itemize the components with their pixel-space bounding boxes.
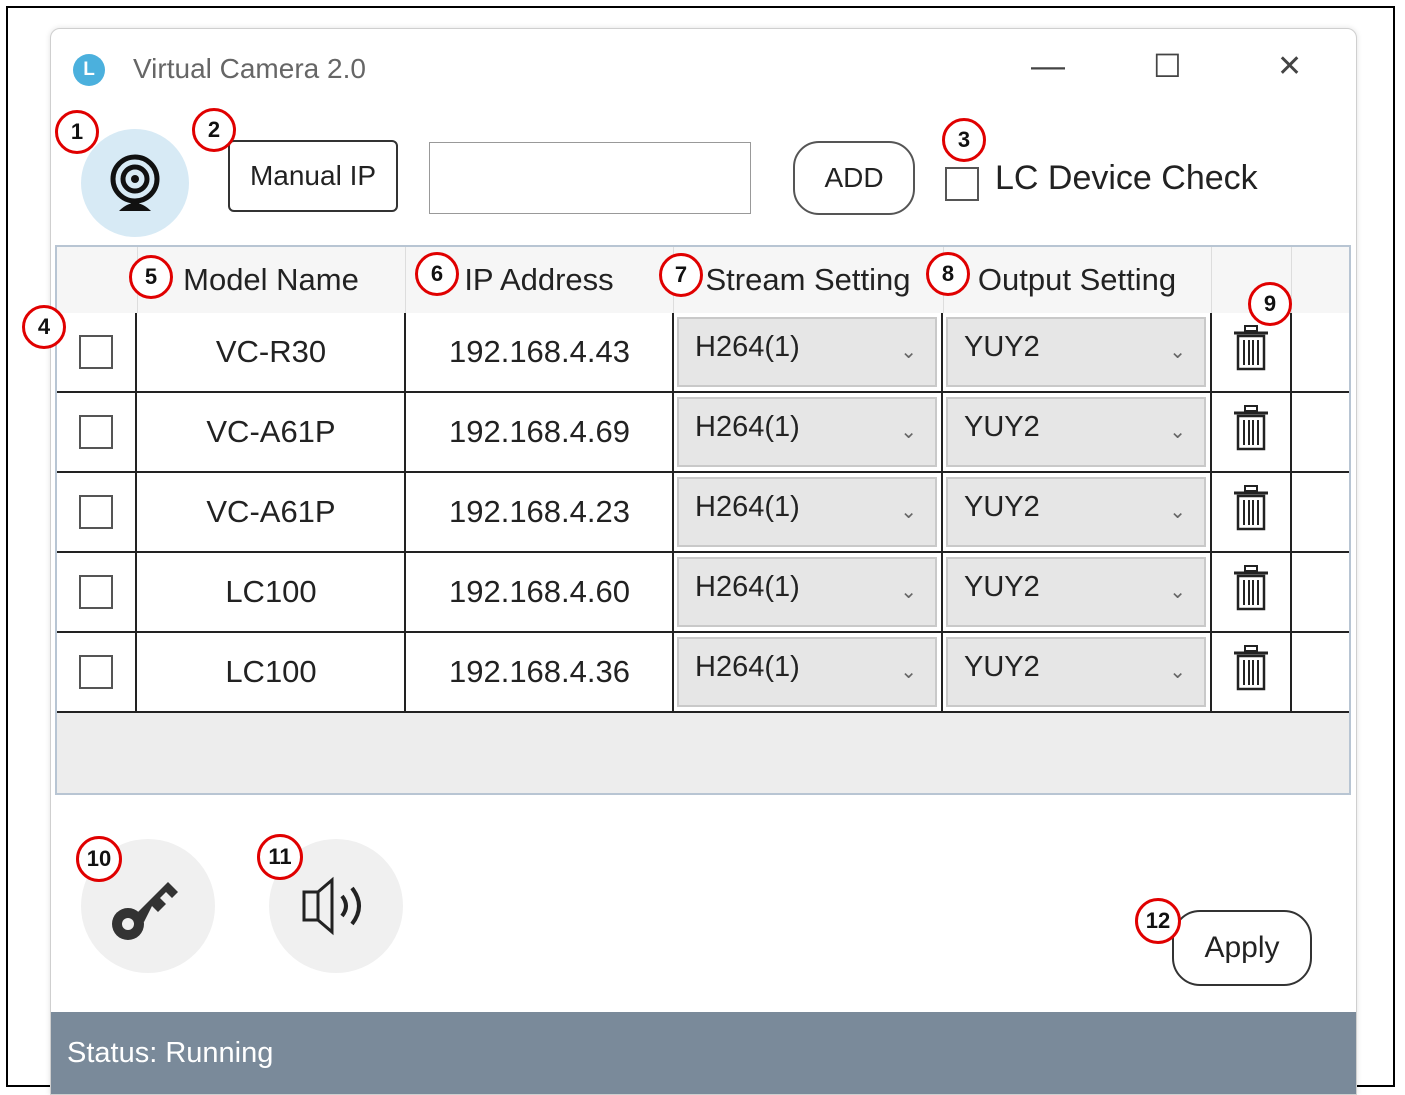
window-title: Virtual Camera 2.0: [133, 53, 366, 84]
maximize-button[interactable]: ☐: [1153, 47, 1182, 85]
manual-ip-button[interactable]: Manual IP: [228, 140, 398, 212]
table-row: VC-A61P 192.168.4.69 H264(1) ⌄ YUY2 ⌄: [57, 393, 1349, 473]
chevron-down-icon: ⌄: [1169, 661, 1186, 683]
table-row: VC-A61P 192.168.4.23 H264(1) ⌄ YUY2 ⌄: [57, 473, 1349, 553]
stream-setting-dropdown[interactable]: H264(1) ⌄: [677, 557, 937, 627]
header-output-setting: Output Setting: [977, 262, 1177, 297]
annotation-badge-5: 5: [129, 255, 173, 299]
lc-device-check-label: LC Device Check: [995, 159, 1258, 197]
table-row: LC100 192.168.4.60 H264(1) ⌄ YUY2 ⌄: [57, 553, 1349, 633]
chevron-down-icon: ⌄: [1169, 501, 1186, 523]
model-name-cell: LC100: [225, 654, 317, 689]
output-setting-dropdown[interactable]: YUY2 ⌄: [946, 477, 1206, 547]
close-button[interactable]: ✕: [1277, 49, 1302, 84]
annotation-badge-9: 9: [1248, 282, 1292, 326]
device-table: Model Name IP Address Stream Setting Out…: [55, 245, 1351, 795]
row-select-checkbox[interactable]: [79, 655, 113, 689]
minimize-button[interactable]: —: [1031, 47, 1065, 86]
row-select-checkbox[interactable]: [79, 495, 113, 529]
stream-setting-value: H264(1): [695, 491, 800, 523]
chevron-down-icon: ⌄: [900, 661, 917, 683]
annotation-badge-2: 2: [192, 108, 236, 152]
ip-address-cell: 192.168.4.60: [448, 574, 630, 609]
stream-setting-dropdown[interactable]: H264(1) ⌄: [677, 637, 937, 707]
output-setting-value: YUY2: [964, 411, 1040, 443]
apply-button[interactable]: Apply: [1172, 910, 1312, 986]
annotation-badge-12: 12: [1135, 898, 1181, 944]
chevron-down-icon: ⌄: [900, 501, 917, 523]
stream-setting-dropdown[interactable]: H264(1) ⌄: [677, 477, 937, 547]
annotation-badge-11: 11: [257, 834, 303, 880]
add-button[interactable]: ADD: [793, 141, 915, 215]
delete-device-button[interactable]: [1212, 553, 1290, 631]
row-select-cell: [57, 473, 135, 551]
chevron-down-icon: ⌄: [900, 581, 917, 603]
annotation-badge-8: 8: [926, 252, 970, 296]
delete-device-button[interactable]: [1212, 473, 1290, 551]
row-select-cell: [57, 393, 135, 471]
table-header: Model Name IP Address Stream Setting Out…: [57, 247, 1349, 314]
annotation-badge-6: 6: [415, 252, 459, 296]
stream-setting-value: H264(1): [695, 651, 800, 683]
app-logo-icon: L: [73, 54, 105, 86]
ip-address-cell: 192.168.4.69: [448, 414, 630, 449]
annotation-badge-3: 3: [942, 118, 986, 162]
row-select-cell: [57, 313, 135, 391]
status-text: Status: Running: [67, 1036, 274, 1069]
trash-icon: [1231, 324, 1271, 380]
model-name-cell: VC-A61P: [206, 414, 336, 449]
output-setting-value: YUY2: [964, 571, 1040, 603]
output-setting-value: YUY2: [964, 651, 1040, 683]
table-row: LC100 192.168.4.36 H264(1) ⌄ YUY2 ⌄: [57, 633, 1349, 713]
row-select-cell: [57, 553, 135, 631]
chevron-down-icon: ⌄: [1169, 421, 1186, 443]
row-select-checkbox[interactable]: [79, 335, 113, 369]
output-setting-value: YUY2: [964, 491, 1040, 523]
chevron-down-icon: ⌄: [900, 421, 917, 443]
model-name-cell: LC100: [225, 574, 317, 609]
model-name-cell: VC-R30: [215, 334, 327, 369]
stream-setting-dropdown[interactable]: H264(1) ⌄: [677, 397, 937, 467]
annotation-badge-1: 1: [55, 110, 99, 154]
delete-device-button[interactable]: [1212, 633, 1290, 711]
row-select-checkbox[interactable]: [79, 575, 113, 609]
delete-device-button[interactable]: [1212, 313, 1290, 391]
trash-icon: [1231, 644, 1271, 700]
model-name-cell: VC-A61P: [206, 494, 336, 529]
output-setting-dropdown[interactable]: YUY2 ⌄: [946, 637, 1206, 707]
ip-address-cell: 192.168.4.23: [448, 494, 630, 529]
stream-setting-dropdown[interactable]: H264(1) ⌄: [677, 317, 937, 387]
table-row: VC-R30 192.168.4.43 H264(1) ⌄ YUY2 ⌄: [57, 313, 1349, 393]
output-setting-dropdown[interactable]: YUY2 ⌄: [946, 397, 1206, 467]
header-stream-setting: Stream Setting: [705, 262, 911, 297]
ip-address-cell: 192.168.4.43: [448, 334, 630, 369]
annotation-badge-10: 10: [76, 836, 122, 882]
camera-icon: [110, 154, 160, 211]
trash-icon: [1231, 484, 1271, 540]
chevron-down-icon: ⌄: [900, 341, 917, 363]
output-setting-dropdown[interactable]: YUY2 ⌄: [946, 557, 1206, 627]
trash-icon: [1231, 564, 1271, 620]
ip-address-cell: 192.168.4.36: [448, 654, 630, 689]
header-model-name: Model Name: [183, 262, 359, 297]
key-icon: [112, 882, 178, 940]
status-bar: Status: Running: [51, 1012, 1356, 1094]
stream-setting-value: H264(1): [695, 571, 800, 603]
output-setting-dropdown[interactable]: YUY2 ⌄: [946, 317, 1206, 387]
chevron-down-icon: ⌄: [1169, 581, 1186, 603]
row-select-checkbox[interactable]: [79, 415, 113, 449]
lc-device-check-checkbox[interactable]: [945, 167, 979, 201]
chevron-down-icon: ⌄: [1169, 341, 1186, 363]
trash-icon: [1231, 404, 1271, 460]
stream-setting-value: H264(1): [695, 331, 800, 363]
camera-button[interactable]: [81, 129, 189, 237]
annotation-badge-4: 4: [22, 305, 66, 349]
ip-address-input[interactable]: [429, 142, 751, 214]
stream-setting-value: H264(1): [695, 411, 800, 443]
output-setting-value: YUY2: [964, 331, 1040, 363]
speaker-icon: [302, 876, 361, 936]
delete-device-button[interactable]: [1212, 393, 1290, 471]
row-select-cell: [57, 633, 135, 711]
annotation-badge-7: 7: [659, 253, 703, 297]
